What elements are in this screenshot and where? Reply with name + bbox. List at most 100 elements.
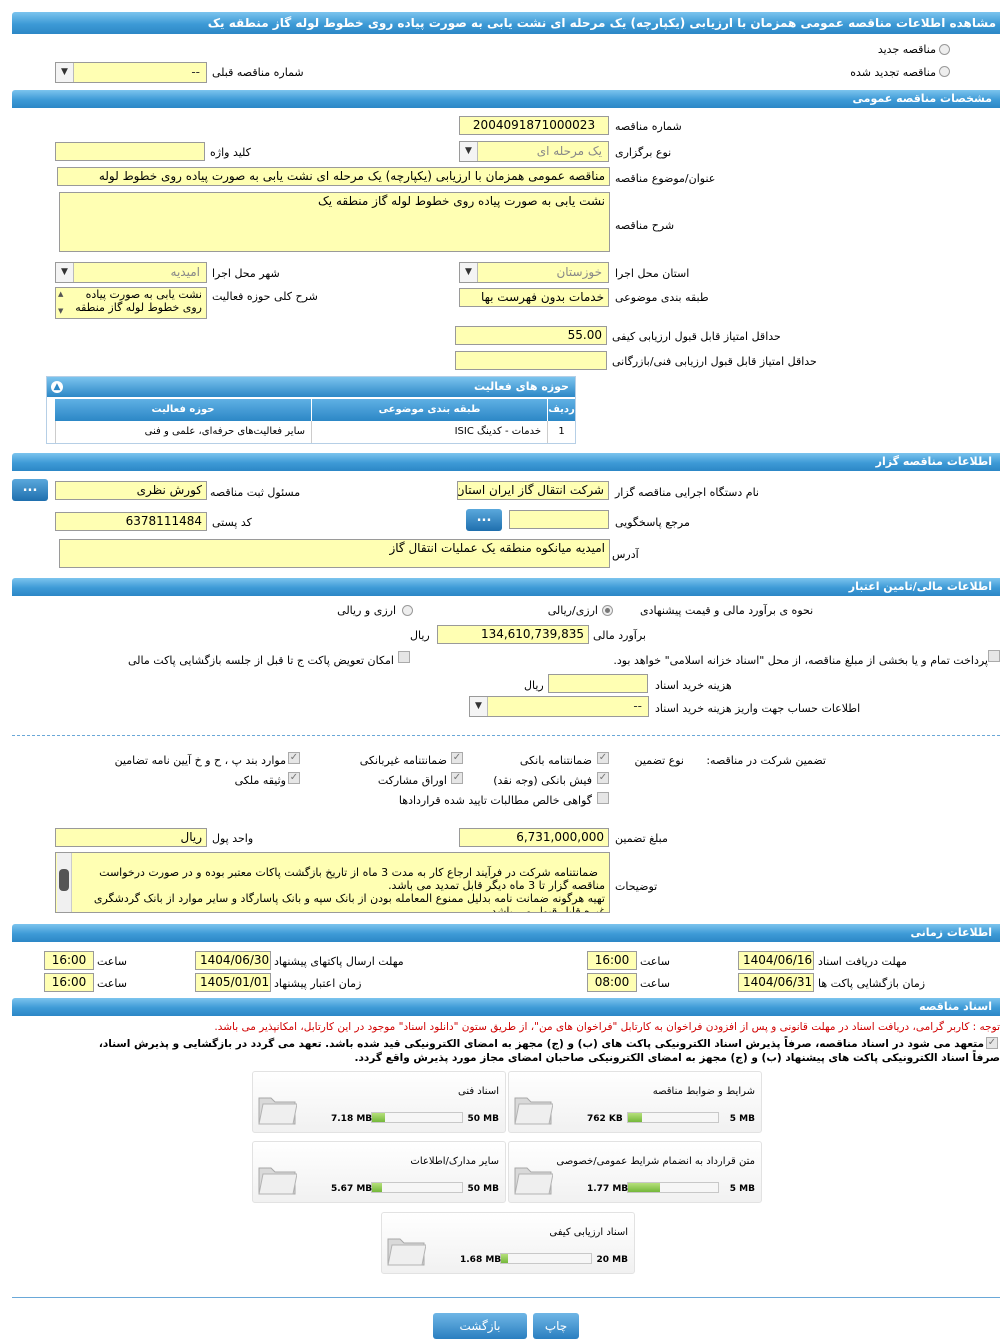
rial-fx-radio[interactable] <box>602 605 613 616</box>
account-select[interactable]: -- ▼ <box>469 696 649 717</box>
submit-date-field[interactable]: 1404/06/30 <box>195 951 271 970</box>
document-name: شرایط و ضوابط مناقصه <box>652 1086 755 1097</box>
validity-date-field[interactable]: 1405/01/01 <box>195 973 271 992</box>
document-name: اسناد فنی <box>458 1086 499 1097</box>
commitment-checkbox[interactable]: ✓ <box>986 1037 998 1049</box>
reference-field[interactable] <box>509 510 609 529</box>
category-label: طبقه بندی موضوعی <box>615 291 709 304</box>
document-progress <box>500 1253 592 1264</box>
province-select[interactable]: خوزستان ▼ <box>459 262 609 283</box>
document-name: متن قرارداد به انضمام شرایط عمومی/خصوصی <box>556 1156 755 1167</box>
bank-guarantee-label: ضمانتنامه بانکی <box>519 754 592 767</box>
notes-field[interactable]: ضمانتنامه شرکت در فرآیند ارجاع کار به مد… <box>55 852 610 913</box>
doc-cost-field[interactable] <box>548 674 648 693</box>
document-tile[interactable]: اسناد ارزیابی کیفی 20 MB 1.68 MB <box>381 1212 635 1274</box>
holding-type-value: یک مرحله ای <box>536 144 602 158</box>
fx-and-rial-radio[interactable] <box>402 605 413 616</box>
swap-envelope-checkbox[interactable] <box>398 651 410 663</box>
postal-code-label: کد پستی <box>212 516 252 529</box>
receivables-checkbox[interactable] <box>597 792 609 804</box>
chevron-down-icon: ▼ <box>56 63 74 82</box>
currency-field[interactable]: ریال <box>55 828 207 847</box>
document-tile[interactable]: شرایط و ضوابط مناقصه 5 MB 762 KB <box>508 1071 762 1133</box>
property-checkbox[interactable]: ✓ <box>288 772 300 784</box>
property-label: وثیقه ملکی <box>234 774 286 787</box>
activity-scope-label: شرح کلی حوزه فعالیت <box>212 290 318 303</box>
receivables-label: گواهی خالص مطالبات تایید شده قراردادها <box>398 794 592 807</box>
document-size: 762 KB <box>587 1114 623 1124</box>
document-tile[interactable]: سایر مدارک/اطلاعات 50 MB 5.67 MB <box>252 1141 506 1203</box>
finance-section-header: اطلاعات مالی/تامین اعتبار <box>12 578 1000 596</box>
validity-label: زمان اعتبار پیشنهاد <box>274 977 362 990</box>
treasury-checkbox[interactable] <box>988 650 1000 662</box>
tender-number-field[interactable]: 2004091871000023 <box>459 116 609 135</box>
postal-code-field[interactable]: 6378111484 <box>55 512 207 531</box>
receive-time-field[interactable]: 16:00 <box>587 951 637 970</box>
folder-icon <box>514 1167 553 1195</box>
scroll-up-icon[interactable]: ▲ <box>58 289 63 299</box>
address-field[interactable]: امیدیه میانکوه منطقه یک عملیات انتقال گا… <box>59 539 610 568</box>
document-name: اسناد ارزیابی کیفی <box>549 1227 628 1238</box>
page-title: مشاهده اطلاعات مناقصه عمومی همزمان با ار… <box>12 12 1000 34</box>
min-quality-field[interactable]: 55.00 <box>455 326 607 345</box>
activity-table-title: حوزه های فعالیت <box>474 380 569 393</box>
registrar-field[interactable]: کورش نظری <box>55 481 207 500</box>
chevron-down-icon: ▼ <box>460 142 478 161</box>
org-name-field[interactable]: شرکت انتقال گاز ایران استان <box>457 481 609 500</box>
collapse-icon[interactable]: ▲ <box>51 381 63 393</box>
clauses-checkbox[interactable]: ✓ <box>288 752 300 764</box>
activity-scope-field[interactable]: نشت یابی به صورت پیاده روی خطوط لوله گاز… <box>55 287 207 319</box>
subject-field[interactable]: مناقصه عمومی همزمان با ارزیابی (یکپارچه)… <box>57 167 610 186</box>
new-tender-radio[interactable] <box>939 44 950 55</box>
guarantee-type-label: نوع تضمین <box>634 754 684 767</box>
bonds-checkbox[interactable]: ✓ <box>451 772 463 784</box>
registrar-lookup-button[interactable]: ... <box>12 479 48 501</box>
document-max-size: 50 MB <box>467 1184 499 1194</box>
cell-category: خدمات - کدینگ ISIC <box>311 421 547 443</box>
guarantee-label: تضمین شرکت در مناقصه: <box>706 754 826 767</box>
renewed-tender-radio[interactable] <box>939 66 950 77</box>
print-button[interactable]: چاپ <box>533 1313 579 1339</box>
reference-lookup-button[interactable]: ... <box>466 509 502 531</box>
document-name: سایر مدارک/اطلاعات <box>410 1156 499 1167</box>
bank-receipt-checkbox[interactable]: ✓ <box>597 772 609 784</box>
notes-value: ضمانتنامه شرکت در فرآیند ارجاع کار به مد… <box>93 866 605 913</box>
estimate-label: برآورد مالی <box>593 629 646 642</box>
submit-time-field[interactable]: 16:00 <box>44 951 94 970</box>
scrollbar-thumb[interactable] <box>59 869 69 891</box>
scroll-down-icon[interactable]: ▼ <box>58 306 63 316</box>
holding-type-select[interactable]: یک مرحله ای ▼ <box>459 141 609 162</box>
folder-icon <box>258 1167 297 1195</box>
opening-date-field[interactable]: 1404/06/31 <box>738 973 814 992</box>
bank-guarantee-checkbox[interactable]: ✓ <box>597 752 609 764</box>
keyword-field[interactable] <box>55 142 205 161</box>
validity-time-field[interactable]: 16:00 <box>44 973 94 992</box>
organizer-section-header: اطلاعات مناقصه گزار <box>12 453 1000 471</box>
guarantee-amount-field[interactable]: 6,731,000,000 <box>459 828 609 847</box>
min-tech-field[interactable] <box>455 351 607 370</box>
receive-date-field[interactable]: 1404/06/16 <box>738 951 814 970</box>
prev-number-label: شماره مناقصه قبلی <box>212 66 304 79</box>
commitment-line-1: متعهد می شود در اسناد مناقصه، صرفاً پذیر… <box>98 1038 984 1050</box>
scrollbar[interactable] <box>57 853 72 912</box>
activity-table: حوزه های فعالیت ▲ ردیف طبقه بندی موضوعی … <box>46 376 576 444</box>
non-bank-guarantee-label: ضمانتنامه غیربانکی <box>359 754 447 767</box>
document-progress <box>627 1182 719 1193</box>
chevron-down-icon: ▼ <box>56 263 74 282</box>
document-tile[interactable]: متن قرارداد به انضمام شرایط عمومی/خصوصی 5… <box>508 1141 762 1203</box>
back-button[interactable]: بازگشت <box>433 1313 527 1339</box>
description-field[interactable]: نشت یابی به صورت پیاده روی خطوط لوله گاز… <box>59 192 610 252</box>
subject-label: عنوان/موضوع مناقصه <box>615 172 716 185</box>
receive-deadline-label: مهلت دریافت اسناد <box>818 955 907 968</box>
prev-number-select[interactable]: -- ▼ <box>55 62 207 83</box>
document-tile[interactable]: اسناد فنی 50 MB 7.18 MB <box>252 1071 506 1133</box>
opening-time-field[interactable]: 08:00 <box>587 973 637 992</box>
registrar-label: مسئول ثبت مناقصه <box>210 486 301 499</box>
category-field[interactable]: خدمات بدون فهرست بها <box>459 288 609 307</box>
document-max-size: 5 MB <box>729 1184 755 1194</box>
commitment-line-2: صرفاً اسناد الکترونیکی پاکت های پیشنهاد … <box>354 1052 1000 1064</box>
divider <box>12 735 1000 736</box>
estimate-field[interactable]: 134,610,739,835 <box>437 625 589 644</box>
non-bank-guarantee-checkbox[interactable]: ✓ <box>451 752 463 764</box>
city-select[interactable]: امیدیه ▼ <box>55 262 207 283</box>
